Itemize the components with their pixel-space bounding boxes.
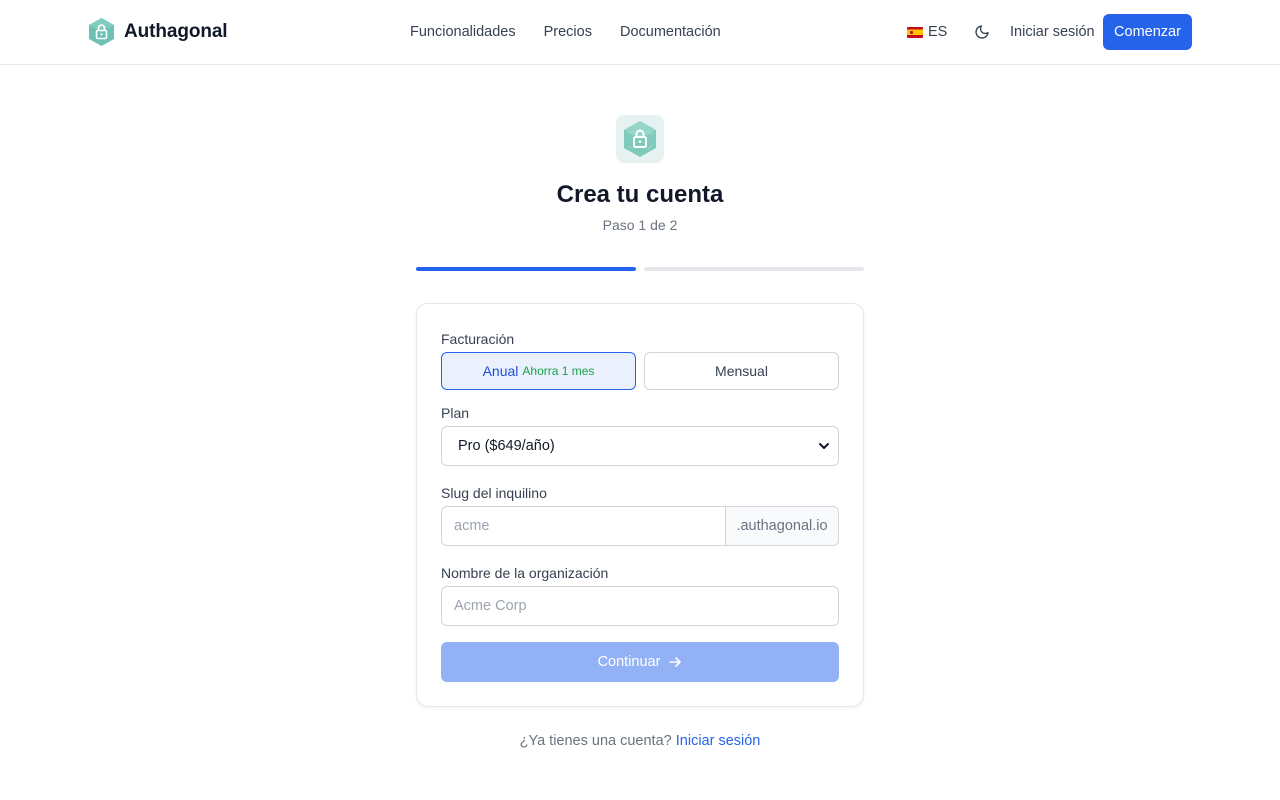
top-navbar: Authagonal Funcionalidades Precios Docum… — [0, 0, 1280, 65]
savings-badge: Ahorra 1 mes — [522, 364, 595, 378]
main-nav: Funcionalidades Precios Documentación — [410, 22, 721, 42]
brand[interactable]: Authagonal — [88, 17, 228, 47]
billing-option-monthly[interactable]: Mensual — [644, 352, 839, 390]
login-prompt: ¿Ya tienes una cuenta? Iniciar sesión — [0, 732, 1280, 750]
nav-link-docs[interactable]: Documentación — [620, 22, 721, 42]
step-progress-bar — [416, 267, 864, 271]
plan-select-value: Pro ($649/año) — [458, 438, 555, 454]
hexagon-lock-logo-icon — [89, 18, 114, 46]
organization-name-input[interactable] — [441, 586, 839, 626]
header-login-link[interactable]: Iniciar sesión — [1010, 22, 1095, 42]
plan-select[interactable]: Pro ($649/año) — [441, 426, 839, 466]
tenant-slug-group: .authagonal.io — [441, 506, 839, 546]
brand-name: Authagonal — [124, 21, 228, 42]
hero-logo — [616, 115, 664, 163]
billing-toggle: Anual Ahorra 1 mes Mensual — [441, 352, 839, 390]
organization-name-label: Nombre de la organización — [441, 565, 609, 581]
continue-button-label: Continuar — [597, 654, 661, 670]
spain-flag-icon — [907, 26, 923, 38]
arrow-right-icon — [669, 657, 682, 667]
billing-option-monthly-label: Mensual — [715, 363, 768, 379]
billing-option-annual-label: Anual — [482, 363, 519, 379]
hexagon-lock-icon — [624, 121, 656, 157]
get-started-button[interactable]: Comenzar — [1103, 14, 1192, 50]
tenant-slug-input[interactable] — [442, 507, 725, 545]
step-indicator: Paso 1 de 2 — [602, 217, 678, 233]
page-title: Crea tu cuenta — [556, 181, 724, 208]
nav-link-pricing[interactable]: Precios — [544, 22, 592, 42]
theme-toggle-button[interactable] — [972, 22, 992, 42]
signup-form-card: Facturación Anual Ahorra 1 mes Mensual P… — [416, 303, 864, 707]
chevron-down-icon — [819, 443, 829, 449]
tenant-slug-label: Slug del inquilino — [441, 485, 547, 501]
domain-suffix: .authagonal.io — [725, 507, 838, 545]
moon-icon — [975, 25, 989, 39]
footer-login-link[interactable]: Iniciar sesión — [676, 733, 761, 749]
billing-label: Facturación — [441, 331, 515, 347]
billing-option-annual[interactable]: Anual Ahorra 1 mes — [441, 352, 636, 390]
login-prompt-text: ¿Ya tienes una cuenta? — [519, 733, 672, 749]
language-selector[interactable]: ES — [907, 22, 947, 42]
nav-link-features[interactable]: Funcionalidades — [410, 22, 516, 42]
continue-button[interactable]: Continuar — [441, 642, 839, 682]
progress-step-2 — [644, 267, 864, 271]
progress-step-1 — [416, 267, 636, 271]
plan-label: Plan — [441, 405, 470, 421]
language-code: ES — [928, 24, 948, 40]
